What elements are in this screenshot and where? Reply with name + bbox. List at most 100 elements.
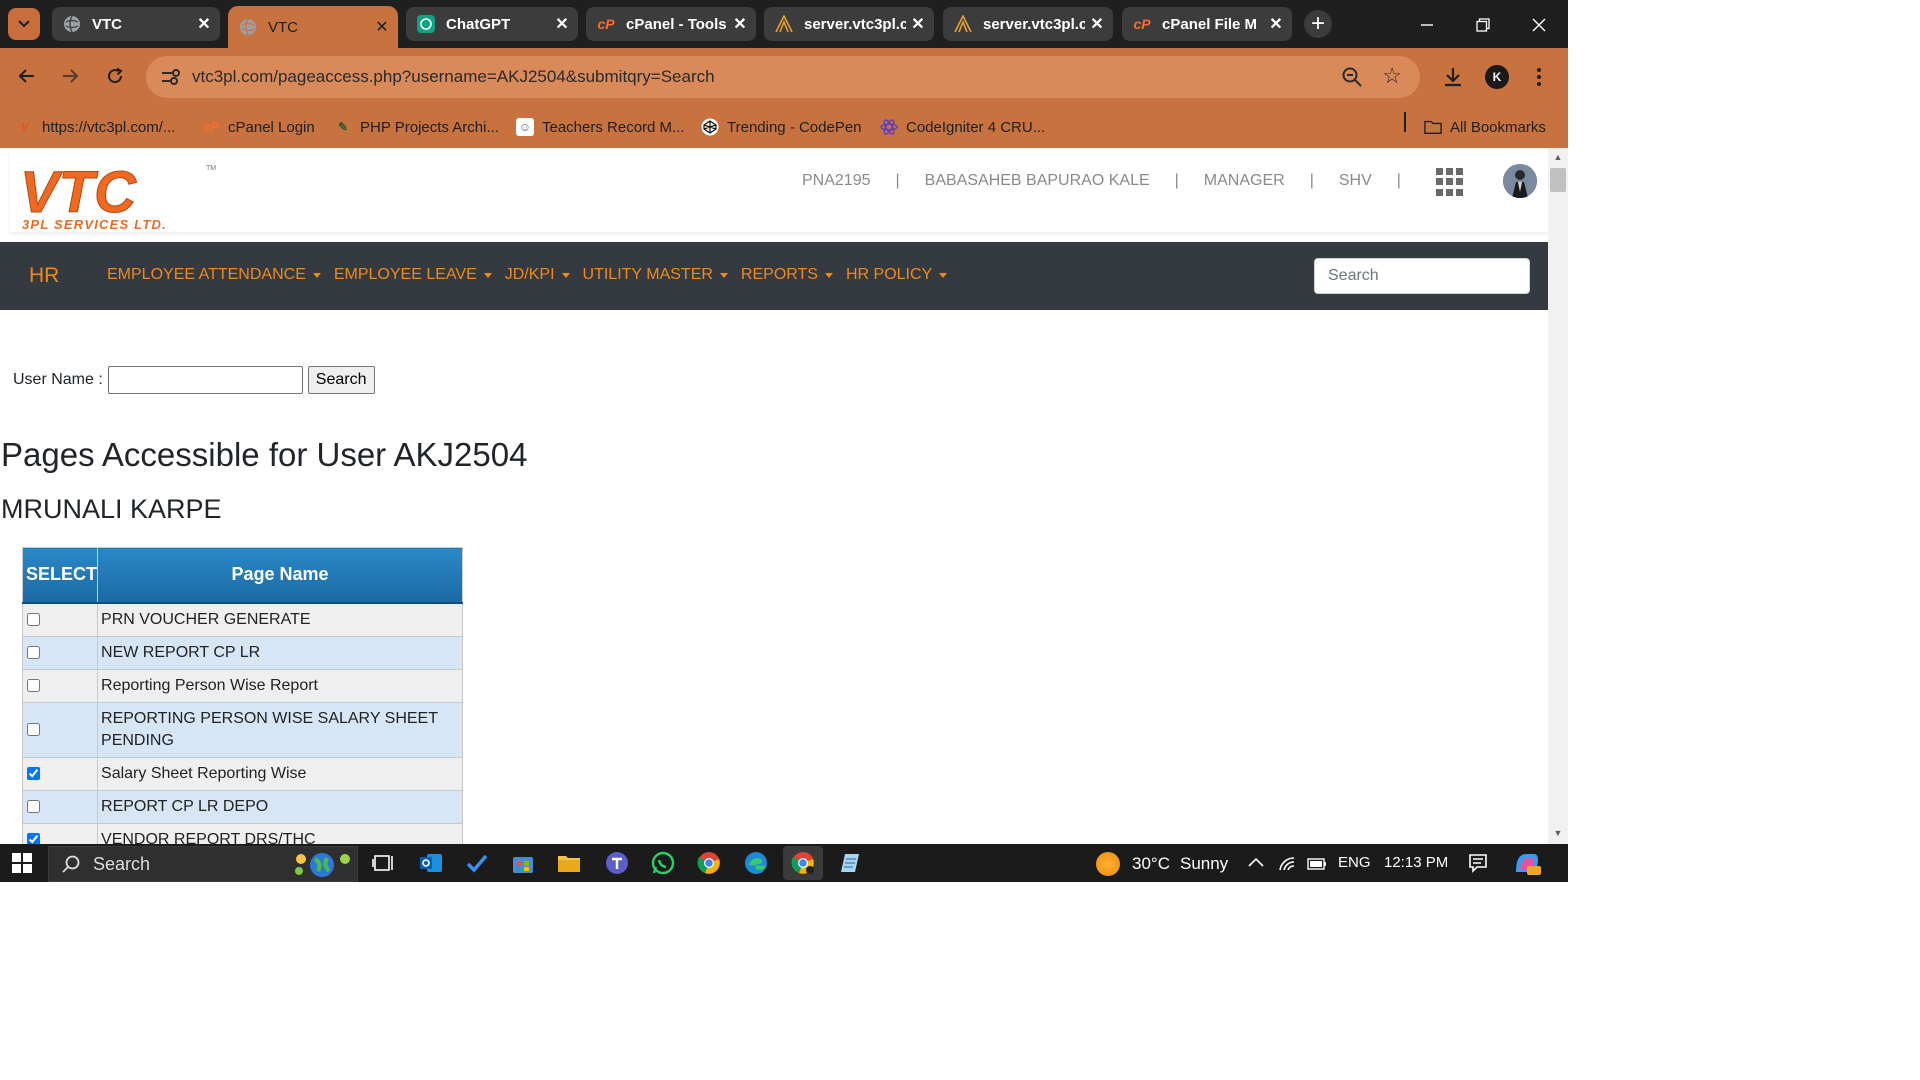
file-explorer-icon[interactable]: [556, 850, 582, 876]
tab-search-button[interactable]: [8, 8, 40, 40]
page-name-cell: Salary Sheet Reporting Wise: [97, 756, 463, 791]
nav-reports[interactable]: REPORTS: [741, 266, 833, 284]
bookmark-codepen[interactable]: Trending - CodePen: [701, 114, 862, 140]
edge-icon[interactable]: [743, 850, 769, 876]
page-scrollbar[interactable]: ▲ ▼: [1548, 148, 1568, 844]
separator: |: [1174, 172, 1179, 189]
username-input[interactable]: [107, 366, 303, 394]
apps-grid-icon[interactable]: [1436, 168, 1464, 196]
page-access-checkbox[interactable]: [27, 613, 40, 626]
task-view-icon[interactable]: [370, 850, 396, 876]
browser-menu-button[interactable]: [1524, 62, 1554, 92]
bookmark-teachers-record[interactable]: ☺ Teachers Record M...: [516, 114, 685, 140]
reload-icon: [108, 67, 123, 84]
scroll-down-arrow-icon[interactable]: ▼: [1548, 828, 1568, 842]
bookmark-label: CodeIgniter 4 CRU...: [906, 118, 1046, 136]
minimize-button[interactable]: [1412, 10, 1442, 40]
close-tab-icon[interactable]: ✕: [1264, 14, 1288, 34]
close-tab-icon[interactable]: ✕: [906, 14, 930, 34]
restore-button[interactable]: [1468, 10, 1498, 40]
tab-vtc-2[interactable]: VTC ✕: [228, 6, 398, 48]
back-button[interactable]: [13, 62, 41, 90]
windows-start-icon[interactable]: [12, 853, 32, 873]
close-tab-icon[interactable]: ✕: [550, 14, 574, 34]
todo-icon[interactable]: [464, 850, 490, 876]
close-tab-icon[interactable]: ✕: [370, 17, 394, 37]
table-row: Reporting Person Wise Report: [21, 668, 463, 703]
profile-avatar: K: [1485, 65, 1509, 89]
nav-employee-leave[interactable]: EMPLOYEE LEAVE: [334, 266, 492, 284]
bookmark-label: PHP Projects Archi...: [360, 118, 499, 136]
weather-widget[interactable]: 30°C Sunny: [1096, 852, 1228, 876]
navbar-brand-hr[interactable]: HR: [29, 264, 59, 288]
bookmark-vtc[interactable]: V https://vtc3pl.com/...: [16, 114, 175, 140]
outlook-icon[interactable]: [418, 850, 444, 876]
site-info-icon[interactable]: [158, 65, 182, 89]
bookmark-php-projects[interactable]: ✎ PHP Projects Archi...: [334, 114, 499, 140]
nav-jd-kpi[interactable]: JD/KPI: [505, 266, 570, 284]
page-access-checkbox[interactable]: [27, 800, 40, 813]
taskbar-search-box[interactable]: Search: [48, 846, 358, 882]
clock-time[interactable]: 12:13 PM: [1384, 854, 1448, 871]
tab-chatgpt[interactable]: ChatGPT ✕: [406, 7, 578, 41]
scrollbar-thumb[interactable]: [1550, 168, 1566, 192]
bookmark-star-icon[interactable]: ☆: [1382, 63, 1402, 89]
bookmark-codeigniter[interactable]: CodeIgniter 4 CRU...: [880, 114, 1045, 140]
vtc-logo[interactable]: VTC 3PL SERVICES LTD. TM: [20, 160, 220, 233]
input-language[interactable]: ENG: [1338, 854, 1371, 871]
chrome-profile-icon[interactable]: [783, 846, 823, 880]
store-icon[interactable]: [510, 850, 536, 876]
main-navbar: HR EMPLOYEE ATTENDANCE EMPLOYEE LEAVE JD…: [0, 242, 1548, 310]
tab-server-1[interactable]: server.vtc3pl.c ✕: [764, 7, 934, 41]
globe-widget-icon[interactable]: [291, 849, 353, 879]
address-bar[interactable]: vtc3pl.com/pageaccess.php?username=AKJ25…: [146, 56, 1420, 98]
tray-expand-chevron-icon[interactable]: [1248, 854, 1264, 871]
whatsapp-icon[interactable]: [650, 850, 676, 876]
teams-icon[interactable]: [604, 850, 630, 876]
close-tab-icon[interactable]: ✕: [192, 14, 216, 34]
forward-button[interactable]: [56, 62, 84, 90]
download-icon: [1445, 68, 1461, 87]
all-bookmarks-button[interactable]: All Bookmarks: [1424, 114, 1546, 140]
page-access-checkbox[interactable]: [27, 723, 40, 736]
bookmark-label: Trending - CodePen: [727, 118, 862, 136]
close-window-button[interactable]: [1524, 10, 1554, 40]
tab-cpanel-tools[interactable]: cP cPanel - Tools ✕: [586, 7, 756, 41]
notifications-icon[interactable]: [1468, 853, 1488, 877]
tab-server-2[interactable]: server.vtc3pl.c ✕: [943, 7, 1113, 41]
vtc-icon: V: [20, 120, 29, 134]
php-icon: ✎: [337, 120, 349, 134]
close-tab-icon[interactable]: ✕: [1085, 14, 1109, 34]
tab-title: server.vtc3pl.c: [983, 15, 1085, 33]
battery-icon[interactable]: [1306, 856, 1328, 876]
svg-text:TM: TM: [206, 165, 216, 172]
page-access-checkbox[interactable]: [27, 767, 40, 780]
nav-utility-master[interactable]: UTILITY MASTER: [583, 266, 728, 284]
tab-cpanel-file-manager[interactable]: cP cPanel File M ✕: [1122, 7, 1292, 41]
copilot-icon[interactable]: [1512, 850, 1542, 880]
reload-button[interactable]: [101, 62, 129, 90]
cpanel-icon: cP: [203, 120, 219, 134]
page-access-checkbox[interactable]: [27, 679, 40, 692]
nav-employee-attendance[interactable]: EMPLOYEE ATTENDANCE: [107, 266, 321, 284]
avatar[interactable]: [1503, 164, 1537, 198]
weather-description: Sunny: [1179, 854, 1229, 873]
page-access-checkbox[interactable]: [27, 646, 40, 659]
wifi-icon[interactable]: [1278, 856, 1298, 876]
chatgpt-icon: [416, 14, 436, 34]
chrome-icon[interactable]: [696, 850, 722, 876]
zoom-icon[interactable]: [1340, 65, 1364, 89]
navbar-search-input[interactable]: [1314, 258, 1530, 294]
scroll-up-arrow-icon[interactable]: ▲: [1548, 152, 1568, 166]
tab-vtc-1[interactable]: VTC ✕: [52, 7, 220, 41]
page-access-checkbox[interactable]: [27, 833, 40, 844]
notepad-icon[interactable]: [836, 850, 862, 876]
nav-hr-policy[interactable]: HR POLICY: [846, 266, 948, 284]
profile-button[interactable]: K: [1482, 62, 1512, 92]
new-tab-button[interactable]: +: [1304, 10, 1332, 38]
close-tab-icon[interactable]: ✕: [728, 14, 752, 34]
bookmark-cpanel-login[interactable]: cP cPanel Login: [202, 114, 315, 140]
downloads-button[interactable]: [1438, 62, 1468, 92]
page-name-cell: Reporting Person Wise Report: [97, 668, 463, 703]
search-button[interactable]: Search: [307, 366, 375, 394]
